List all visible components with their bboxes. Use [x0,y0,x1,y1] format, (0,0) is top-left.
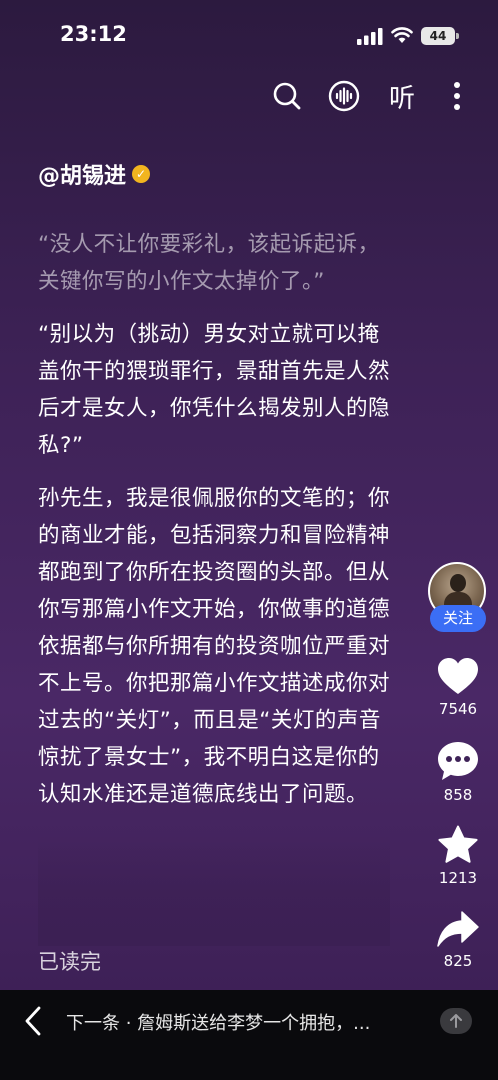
article-paragraph: 孙先生，我是很佩服你的文笔的；你的商业才能，包括洞察力和冒险精神都跑到了你所在投… [38,486,390,807]
share-arrow-icon [437,911,479,947]
status-bar: 23:12 44 [0,0,498,70]
heart-icon [438,658,478,694]
status-time: 23:12 [60,22,127,46]
chevron-left-icon [25,1006,41,1036]
like-button[interactable]: 7546 [428,656,488,718]
follow-button[interactable]: 关注 [430,605,486,632]
comment-button[interactable]: 858 [428,740,488,804]
favorite-count: 1213 [438,869,478,887]
comment-count: 858 [443,786,473,804]
top-toolbar: 听 [0,76,498,120]
search-icon [273,82,301,110]
article-paragraph: “别以为（挑动）男女对立就可以掩盖你干的猥琐罪行，景甜首先是人然后才是女人，你凭… [38,322,390,458]
avatar-figure-head [450,574,466,592]
more-vertical-icon [454,82,460,110]
read-complete-label: 已读完 [38,950,101,974]
like-count: 7546 [438,700,478,718]
arrow-up-icon [450,1014,462,1028]
comment-bubble-icon [438,742,478,780]
favorite-button[interactable]: 1213 [428,825,488,887]
wifi-icon [391,27,413,43]
article-paragraph: “没人不让你要彩礼，该起诉起诉，关键你写的小作文太掉价了。” [38,232,380,294]
back-button[interactable] [18,1004,48,1038]
cellular-signal-icon [357,28,383,45]
search-button[interactable] [267,76,307,116]
battery-tip [456,33,459,39]
sound-wave-icon [328,80,360,112]
article-body: “没人不让你要彩礼，该起诉起诉，关键你写的小作文太掉价了。” “别以为（挑动）男… [38,226,390,946]
more-button[interactable] [437,76,477,116]
audio-read-button[interactable] [324,76,364,116]
share-button[interactable]: 825 [428,910,488,970]
author-name: @胡锡进 [38,164,127,189]
scroll-up-button[interactable] [440,1008,472,1034]
star-icon [438,825,478,863]
battery-icon: 44 [421,27,455,45]
share-count: 825 [443,952,473,970]
listen-button[interactable]: 听 [382,76,422,116]
bottom-next-bar[interactable]: 下一条 · 詹姆斯送给李梦一个拥抱，... [0,990,498,1080]
next-item-text[interactable]: 下一条 · 詹姆斯送给李梦一个拥抱，... [66,1009,420,1035]
author-name-link[interactable]: @胡锡进 ✓ [38,158,151,190]
verified-badge-icon: ✓ [132,165,151,183]
